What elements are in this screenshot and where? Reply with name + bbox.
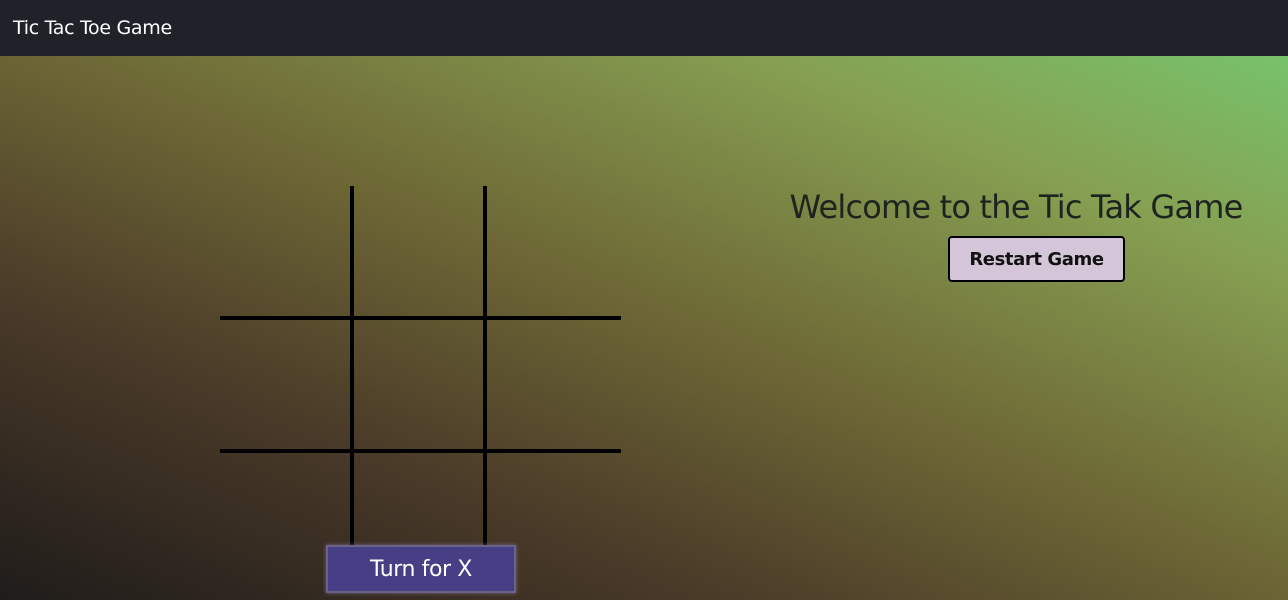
turn-indicator-label: Turn for X [370, 556, 472, 582]
board-cell[interactable] [220, 319, 354, 454]
navbar: Tic Tac Toe Game [0, 0, 1288, 56]
board-cell[interactable] [220, 186, 354, 320]
tic-tac-toe-board [220, 186, 621, 587]
board-cell[interactable] [487, 186, 621, 320]
turn-indicator: Turn for X [326, 545, 516, 593]
game-area: Welcome to the Tic Tak Game Restart Game [0, 56, 1288, 600]
welcome-heading: Welcome to the Tic Tak Game [789, 188, 1244, 226]
board-cell[interactable] [487, 320, 621, 454]
board-cell[interactable] [353, 186, 488, 320]
restart-game-button[interactable]: Restart Game [948, 236, 1125, 282]
navbar-brand[interactable]: Tic Tac Toe Game [13, 17, 172, 39]
board-cell[interactable] [353, 319, 488, 454]
